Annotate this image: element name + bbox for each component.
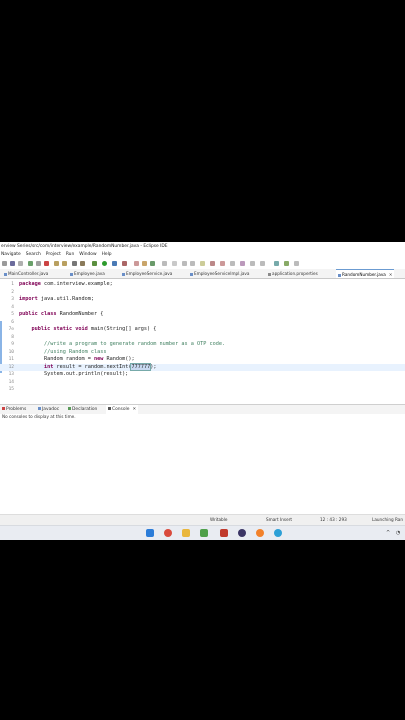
- code-line: 15: [8, 387, 14, 392]
- app-red-icon[interactable]: [220, 529, 228, 537]
- new-package-icon[interactable]: [142, 261, 147, 266]
- chrome-icon[interactable]: [164, 529, 172, 537]
- code-line: 7⊖ public static void main(String[] args…: [8, 326, 157, 332]
- java-file-icon: [338, 273, 341, 277]
- toggle-breadcrumb-icon[interactable]: [240, 261, 245, 266]
- perspective-icon[interactable]: [274, 261, 279, 266]
- console-icon: [108, 407, 111, 410]
- new-class-icon[interactable]: [150, 261, 155, 266]
- java-file-icon: [122, 272, 125, 276]
- java-perspective-icon[interactable]: [284, 261, 289, 266]
- status-cursor-position: 12 : 43 : 293: [320, 517, 347, 522]
- run-icon[interactable]: [102, 261, 107, 266]
- code-line: 10 //using Random class: [8, 348, 107, 355]
- status-launching: Launching Ran: [372, 517, 404, 522]
- status-writable: Writable: [210, 517, 228, 522]
- console-view: No consoles to display at this time.: [0, 414, 405, 512]
- window-title: erview Series/src/com/interview/example/…: [0, 242, 405, 251]
- last-edit-icon[interactable]: [210, 261, 215, 266]
- next-annotation-icon[interactable]: [182, 261, 187, 266]
- menu-run[interactable]: Run: [66, 251, 74, 259]
- code-line: 6: [11, 319, 14, 325]
- search-icon[interactable]: [72, 261, 77, 266]
- console-message: No consoles to display at this time.: [2, 414, 76, 419]
- new-java-project-icon[interactable]: [134, 261, 139, 266]
- chevron-up-icon[interactable]: ^: [386, 530, 390, 536]
- tab-javadoc[interactable]: Javadoc: [38, 405, 59, 414]
- tab-employee[interactable]: Employee.java: [70, 269, 105, 278]
- tab-employee-service-impl[interactable]: EmployeeServiceImpl.java: [190, 269, 249, 278]
- firefox-icon[interactable]: [256, 529, 264, 537]
- menu-help[interactable]: Help: [102, 251, 112, 259]
- code-line: 2: [11, 289, 14, 295]
- java-file-icon: [70, 272, 73, 276]
- java-file-icon: [190, 272, 193, 276]
- back-icon[interactable]: [220, 261, 225, 266]
- tab-application-properties[interactable]: application.properties: [268, 269, 318, 278]
- declaration-icon: [68, 407, 71, 410]
- menu-project[interactable]: Project: [46, 251, 61, 259]
- tab-employee-service[interactable]: EmployeeService.java: [122, 269, 172, 278]
- code-line: 13 System.out.println(result);: [8, 371, 129, 377]
- network-icon[interactable]: ◔: [396, 530, 400, 536]
- new-file-icon[interactable]: [2, 261, 7, 266]
- menu-bar: Navigate Search Project Run Window Help: [0, 251, 405, 259]
- annotation-nav-icon[interactable]: [172, 261, 177, 266]
- tab-console[interactable]: Console ✕: [106, 405, 139, 414]
- problems-icon: [2, 407, 5, 410]
- coverage-icon[interactable]: [112, 261, 117, 266]
- edge-icon[interactable]: [274, 529, 282, 537]
- code-line: 4: [11, 304, 14, 310]
- status-insert-mode: Smart Insert: [266, 517, 293, 522]
- open-task-icon[interactable]: [162, 261, 167, 266]
- tab-random-number[interactable]: RandomNumber.java ✕: [336, 269, 395, 278]
- code-line: 9 //write a program to generate random n…: [11, 341, 226, 347]
- code-line: 3 import java.util.Random;: [11, 296, 94, 302]
- tab-problems[interactable]: Problems: [2, 405, 26, 414]
- notepad-icon[interactable]: [200, 529, 208, 537]
- open-type-icon[interactable]: [80, 261, 85, 266]
- prev-annotation-icon[interactable]: [190, 261, 195, 266]
- step-over-icon[interactable]: [54, 261, 59, 266]
- outline-icon[interactable]: [260, 261, 265, 266]
- terminate-icon[interactable]: [44, 261, 49, 266]
- tab-main-controller[interactable]: MainController.java: [4, 269, 48, 278]
- code-line: 8: [11, 334, 14, 340]
- debug-run-icon[interactable]: [92, 261, 97, 266]
- properties-icon[interactable]: [18, 261, 23, 266]
- code-line: 11 Random random = new Random();: [8, 356, 135, 362]
- menu-navigate[interactable]: Navigate: [1, 251, 21, 259]
- menu-window[interactable]: Window: [79, 251, 96, 259]
- close-tab-icon[interactable]: ✕: [389, 272, 393, 277]
- eclipse-icon[interactable]: [238, 529, 246, 537]
- java-file-icon: [4, 272, 7, 276]
- code-line: 5 public class RandomNumber {: [11, 311, 104, 317]
- external-tools-icon[interactable]: [122, 261, 127, 266]
- skip-breakpoints-icon[interactable]: [36, 261, 41, 266]
- file-explorer-icon[interactable]: [182, 529, 190, 537]
- eclipse-window: erview Series/src/com/interview/example/…: [0, 242, 405, 540]
- code-line: 14: [8, 379, 14, 385]
- close-tab-icon[interactable]: ✕: [132, 407, 136, 412]
- tab-declaration[interactable]: Declaration: [68, 405, 97, 414]
- debug-icon[interactable]: [28, 261, 33, 266]
- save-icon[interactable]: [10, 261, 15, 266]
- step-into-icon[interactable]: [62, 261, 67, 266]
- show-whitespace-icon[interactable]: [250, 261, 255, 266]
- menu-search[interactable]: Search: [26, 251, 41, 259]
- properties-file-icon: [268, 272, 271, 276]
- javadoc-icon: [38, 407, 41, 410]
- windows-taskbar: ^ ◔: [0, 525, 405, 540]
- windows-start-icon[interactable]: [146, 529, 154, 537]
- code-line: 1 package com.interview.example;: [11, 281, 113, 287]
- pin-editor-icon[interactable]: [200, 261, 205, 266]
- status-bar: Writable Smart Insert 12 : 43 : 293 Laun…: [0, 514, 405, 525]
- toolbar: [0, 259, 405, 269]
- debug-perspective-icon[interactable]: [294, 261, 299, 266]
- forward-icon[interactable]: [230, 261, 235, 266]
- code-line-current: 12 int result = random.nextInt(777777);: [0, 362, 405, 371]
- editor-tabs: MainController.java Employee.java Employ…: [0, 269, 405, 279]
